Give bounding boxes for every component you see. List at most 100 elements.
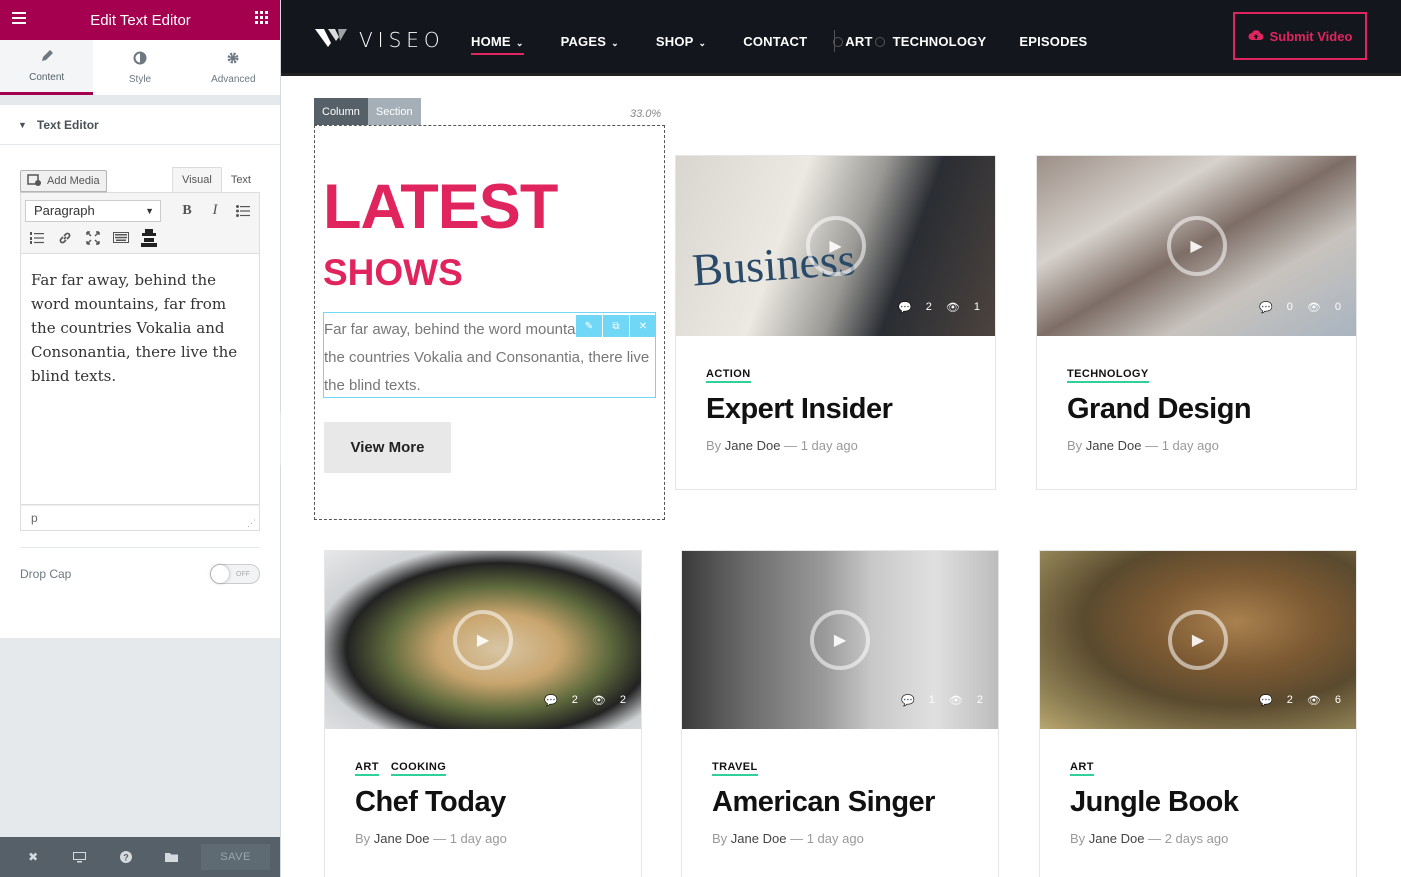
category-tag[interactable]: ACTION (706, 368, 751, 383)
video-thumbnail[interactable]: ▶ 💬 0 👁 0 (1037, 156, 1356, 336)
comments-icon: 💬 (1259, 695, 1273, 707)
column-width-indicator: 33.0% (630, 108, 662, 120)
panel-footer: ✖ ? SAVE (0, 837, 280, 877)
comments-icon: 💬 (544, 695, 558, 707)
menu-item-contact[interactable]: CONTACT (743, 34, 807, 49)
add-media-button[interactable]: Add Media (20, 170, 107, 192)
category-tag[interactable]: TECHNOLOGY (1067, 368, 1149, 383)
category-tag[interactable]: ART (1070, 761, 1094, 776)
chevron-down-icon: ⌄ (698, 37, 707, 48)
video-thumbnail[interactable]: ▶ 💬 1 👁 2 (682, 551, 998, 729)
folder-icon[interactable] (149, 852, 195, 862)
video-card[interactable]: ▶ 💬 1 👁 2 TRAVEL American Singer By Jane Do… (681, 550, 999, 877)
play-icon[interactable]: ▶ (1168, 610, 1228, 670)
widgets-grid-icon[interactable] (254, 11, 268, 29)
category-tag[interactable]: COOKING (390, 761, 447, 776)
video-thumbnail[interactable]: ▶ 💬 2 👁 6 (1040, 551, 1356, 729)
save-button[interactable]: SAVE (201, 844, 270, 870)
logo-mark-icon (315, 28, 347, 52)
bullet-list-icon[interactable] (231, 199, 255, 223)
video-thumbnail[interactable]: ▶ 💬 2 👁 2 (325, 551, 641, 729)
play-icon[interactable]: ▶ (453, 610, 513, 670)
video-card[interactable]: ▶ 💬 2 👁 2 ART COOKING Chef Today By Jane Doe… (324, 550, 642, 877)
tab-content[interactable]: Content (0, 40, 94, 95)
site-logo[interactable]: VISEO (315, 28, 445, 52)
hamburger-menu-icon[interactable] (12, 11, 26, 29)
drop-cap-label: Drop Cap (20, 567, 72, 581)
bold-icon[interactable]: B (175, 199, 199, 223)
italic-icon[interactable]: I (203, 199, 227, 223)
play-icon[interactable]: ▶ (810, 610, 870, 670)
drop-cap-switch[interactable]: OFF (210, 564, 260, 584)
radio-dot-icon (833, 36, 844, 47)
toolbar-toggle-icon[interactable] (137, 226, 161, 250)
fullscreen-icon[interactable] (81, 226, 105, 250)
numbered-list-icon[interactable] (25, 226, 49, 250)
author-name[interactable]: Jane Doe (731, 831, 787, 846)
author-name[interactable]: Jane Doe (1089, 831, 1145, 846)
logo-text: VISEO (359, 28, 445, 52)
menu-item-art[interactable]: ART (833, 34, 872, 49)
panel-header: Edit Text Editor (0, 0, 280, 40)
help-icon[interactable]: ? (103, 851, 149, 863)
chevron-down-icon: ⌄ (611, 37, 619, 48)
panel-tabs: Content Style Advanced (0, 40, 280, 95)
card-title[interactable]: Chef Today (355, 786, 611, 819)
card-title[interactable]: Jungle Book (1070, 786, 1326, 819)
heading-latest[interactable]: LATEST (323, 172, 558, 242)
category-tag[interactable]: ART (355, 761, 379, 776)
contrast-icon (133, 51, 147, 68)
video-thumbnail[interactable]: Business ▶ 💬 2 👁 1 (676, 156, 995, 336)
editor-panel: Edit Text Editor Content Style Advanced … (0, 0, 281, 877)
resize-handle-icon[interactable]: ⋰ (247, 518, 256, 529)
responsive-mode-icon[interactable] (56, 851, 102, 863)
category-tag[interactable]: TRAVEL (712, 761, 758, 776)
cloud-upload-icon (1248, 29, 1264, 44)
widget-toolbar: ✎ ⧉ ✕ (575, 315, 656, 337)
gear-icon (226, 51, 240, 68)
select-arrow-icon: ▼ (145, 205, 154, 216)
video-card[interactable]: ▶ 💬 2 👁 6 ART Jungle Book By Jane Doe — 2 d… (1039, 550, 1357, 877)
author-name[interactable]: Jane Doe (374, 831, 430, 846)
column-handle-tab[interactable]: Column (314, 98, 368, 125)
tab-visual[interactable]: Visual (172, 167, 222, 192)
card-title[interactable]: American Singer (712, 786, 968, 819)
comments-icon: 💬 (898, 302, 912, 314)
switch-state: OFF (236, 570, 250, 578)
keyboard-icon[interactable] (109, 226, 133, 250)
menu-item-shop[interactable]: SHOP ⌄ (656, 34, 706, 49)
submit-video-label: Submit Video (1269, 28, 1353, 44)
tab-text[interactable]: Text (222, 168, 260, 192)
duplicate-widget-icon[interactable]: ⧉ (603, 315, 629, 337)
svg-text:?: ? (123, 853, 129, 863)
author-name[interactable]: Jane Doe (725, 438, 781, 453)
visual-editor-area[interactable]: Far far away, behind the word mountains,… (20, 254, 260, 505)
remove-widget-icon[interactable]: ✕ (630, 315, 656, 337)
views-icon: 👁 (1306, 302, 1321, 314)
video-card[interactable]: ▶ 💬 0 👁 0 TECHNOLOGY Grand Design By Jane D… (1036, 155, 1357, 490)
edit-widget-icon[interactable]: ✎ (576, 315, 602, 337)
tab-style-label: Style (128, 73, 152, 85)
card-title[interactable]: Expert Insider (706, 393, 965, 426)
play-icon[interactable]: ▶ (1166, 216, 1227, 276)
menu-item-episodes[interactable]: EPISODES (1019, 34, 1087, 49)
menu-item-technology[interactable]: TECHNOLOGY (874, 34, 987, 49)
text-editor-section-header[interactable]: ▼ Text Editor (0, 105, 280, 145)
text-editor-controls: Add Media Visual Text Paragraph ▼ B I Fa… (0, 145, 280, 638)
section-handle-tab[interactable]: Section (367, 98, 421, 125)
close-icon[interactable]: ✖ (10, 850, 56, 864)
card-title[interactable]: Grand Design (1067, 393, 1326, 426)
tab-style[interactable]: Style (93, 40, 186, 95)
site-header: VISEO HOME ⌄ PAGES ⌄ SHOP ⌄ CONTACT ART TEC… (281, 0, 1401, 76)
author-name[interactable]: Jane Doe (1086, 438, 1142, 453)
tab-advanced[interactable]: Advanced (187, 40, 280, 95)
menu-item-home[interactable]: HOME ⌄ (471, 34, 524, 55)
video-card[interactable]: Business ▶ 💬 2 👁 1 ACTION Expert Insider By… (675, 155, 996, 490)
format-select[interactable]: Paragraph ▼ (25, 199, 161, 222)
menu-item-pages[interactable]: PAGES ⌄ (561, 34, 619, 49)
view-more-button[interactable]: View More (324, 422, 451, 473)
heading-shows[interactable]: SHOWS (323, 253, 463, 293)
play-icon[interactable]: ▶ (805, 216, 866, 276)
submit-video-button[interactable]: Submit Video (1233, 12, 1367, 60)
link-icon[interactable] (53, 226, 77, 250)
